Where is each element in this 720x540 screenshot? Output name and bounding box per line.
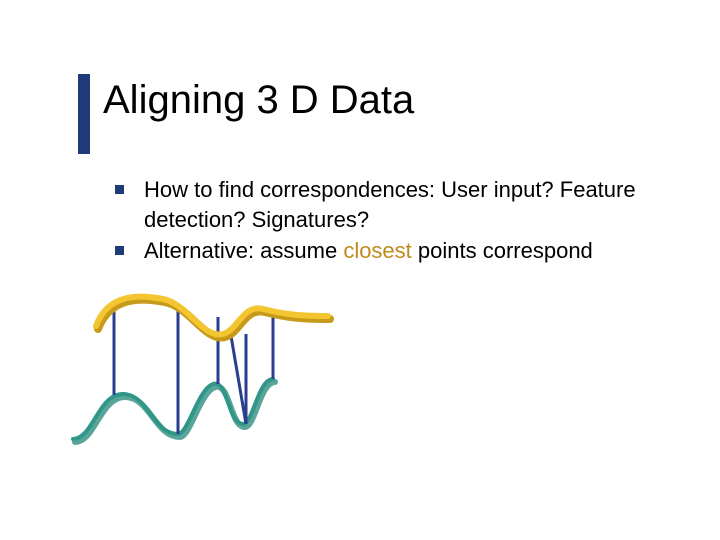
bullet-text-after: points correspond (412, 238, 593, 263)
bullet-highlight-word: closest (343, 238, 411, 263)
bullet-item: Alternative: assume closest points corre… (115, 236, 660, 266)
bullet-list: How to find correspondences: User input?… (115, 175, 660, 268)
bullet-text: Alternative: assume closest points corre… (144, 236, 593, 266)
bullet-square-icon (115, 246, 124, 255)
slide: Aligning 3 D Data How to find correspond… (0, 0, 720, 540)
slide-title: Aligning 3 D Data (103, 78, 414, 123)
bullet-text-before: Alternative: assume (144, 238, 343, 263)
bullet-text: How to find correspondences: User input?… (144, 175, 660, 234)
bullet-square-icon (115, 185, 124, 194)
title-accent-bar (78, 74, 90, 154)
correspondence-diagram (70, 287, 370, 447)
bullet-item: How to find correspondences: User input?… (115, 175, 660, 234)
